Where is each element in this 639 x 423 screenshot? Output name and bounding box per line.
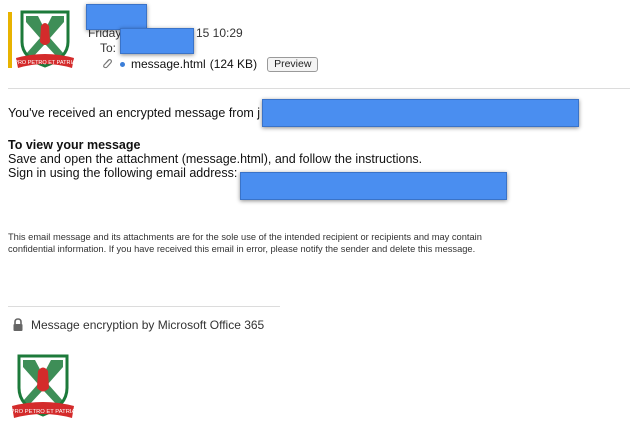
instruction-line-2: Sign in using the following email addres… [8,166,238,180]
attachment-size: (124 KB) [209,57,258,71]
lock-icon [13,318,23,331]
attachment-row[interactable]: message.html (124 KB) Preview [100,56,319,72]
file-type-icon [120,61,125,67]
view-heading: To view your message [8,138,141,152]
school-crest-icon: PRO PETRO ET PATRIA [14,10,76,68]
attachment-name[interactable]: message.html [131,57,206,71]
redacted-sender [86,4,147,30]
instruction-line-1: Save and open the attachment (message.ht… [8,152,423,166]
school-crest-icon: PRO PETRO ET PATRIA [11,354,76,418]
redacted-sender-address [262,99,579,127]
header-divider [8,88,630,89]
intro-text: You've received an encrypted message fro… [8,106,261,120]
paperclip-icon [103,59,112,69]
disclaimer-line-2: confidential information. If you have re… [8,244,476,254]
crest-motto: PRO PETRO ET PATRIA [11,409,76,415]
preview-button[interactable]: Preview [267,56,319,72]
footer-divider [8,306,280,307]
header-time: 15 10:29 [196,26,243,40]
redacted-email-address [240,172,507,200]
redacted-recipient [120,28,194,54]
to-label: To: [100,41,117,55]
encryption-footer: Message encryption by Microsoft Office 3… [12,318,264,332]
crest-motto: PRO PETRO ET PATRIA [14,60,76,66]
disclaimer-line-1: This email message and its attachments a… [8,232,482,242]
encryption-text: Message encryption by Microsoft Office 3… [31,318,265,332]
header-accent-bar [8,12,12,68]
